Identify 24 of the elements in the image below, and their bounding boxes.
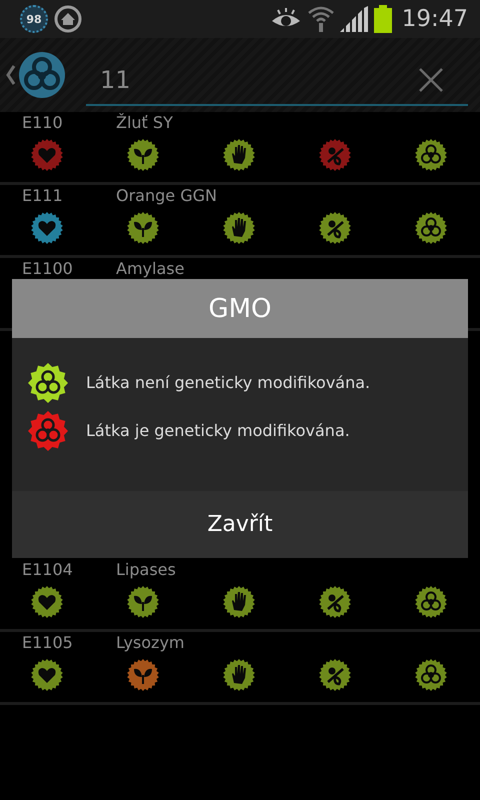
close-button[interactable]: Zavřít bbox=[12, 491, 468, 558]
additive-name: Amylase bbox=[116, 259, 184, 278]
additive-code: E1104 bbox=[22, 560, 74, 579]
battery-icon bbox=[374, 5, 392, 33]
dialog-title: GMO bbox=[12, 279, 468, 338]
notification-badge: 98 bbox=[20, 5, 48, 33]
back-caret-icon[interactable] bbox=[6, 64, 16, 86]
additive-name: Lipases bbox=[116, 560, 176, 579]
clear-icon[interactable] bbox=[418, 67, 444, 93]
additive-code: E1105 bbox=[22, 633, 74, 652]
home-icon bbox=[54, 5, 82, 33]
additive-name: Žluť SY bbox=[116, 113, 173, 132]
additive-name: Lysozym bbox=[116, 633, 184, 652]
legend-text: Látka je geneticky modifikována. bbox=[86, 421, 350, 440]
wifi-icon bbox=[308, 5, 334, 33]
additive-code: E110 bbox=[22, 113, 64, 132]
legend-text: Látka není geneticky modifikována. bbox=[86, 373, 370, 392]
search-field[interactable]: 11 bbox=[86, 56, 468, 106]
additive-name: Orange GGN bbox=[116, 186, 217, 205]
additive-code: E1100 bbox=[22, 259, 74, 278]
signal-icon bbox=[340, 6, 368, 32]
additive-code: E111 bbox=[22, 186, 64, 205]
app-logo-icon[interactable] bbox=[18, 51, 66, 99]
clock-time: 19:47 bbox=[402, 6, 468, 32]
